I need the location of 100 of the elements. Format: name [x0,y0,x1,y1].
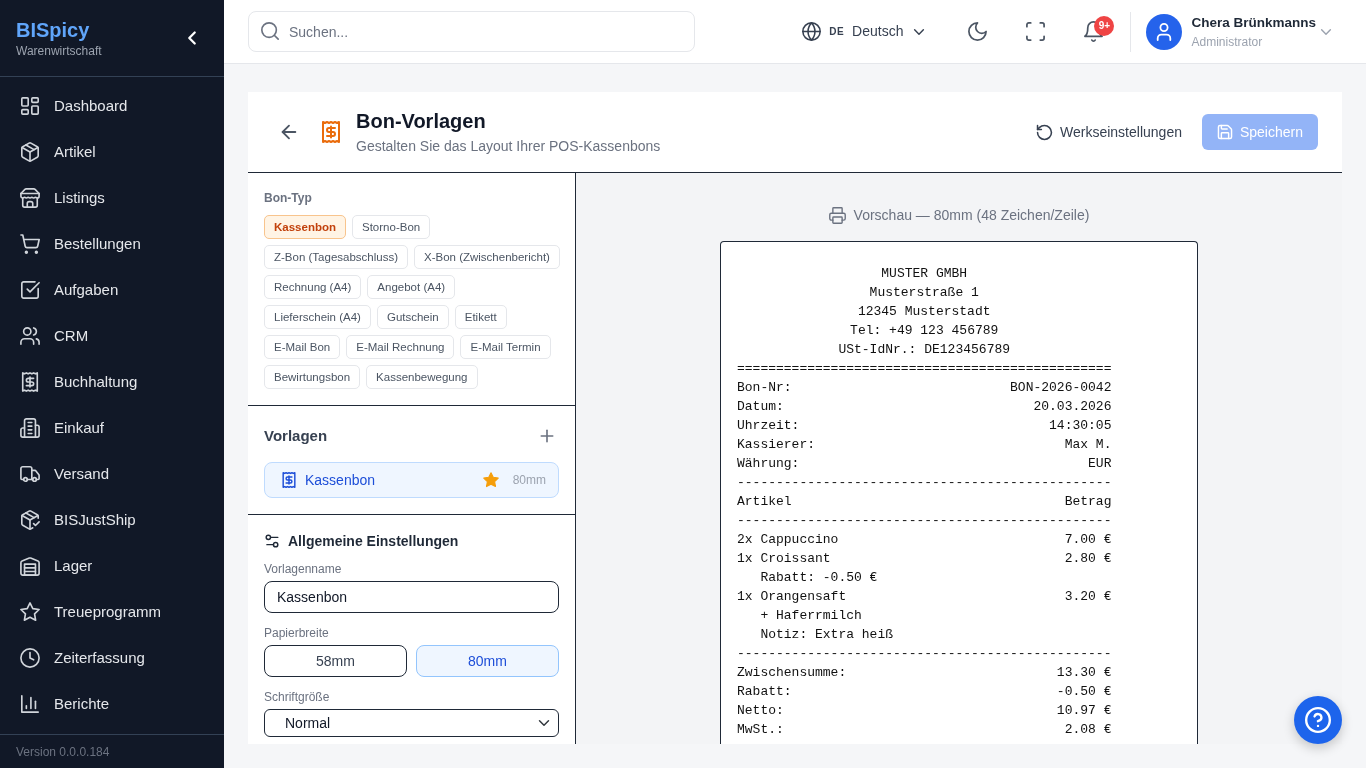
sidebar-item[interactable]: BISJustShip [0,497,224,543]
receipt-text: Tel: +49 123 456789 [850,322,999,340]
receipt-amount: BON-2026-0042 [1010,379,1112,397]
paper-width-label: 80mm [512,472,546,489]
sidebar-item[interactable]: CRM [0,313,224,359]
receipt-amount: EUR [1088,455,1112,473]
section-label: Bon-Typ [264,190,313,207]
receipt-type-chip[interactable]: E-Mail Bon [264,335,341,359]
receipt-amount: 14:30:05 [1049,417,1112,435]
receipt-note: Rabatt: -0.50 € [760,569,878,587]
fullscreen-icon [1024,21,1046,42]
receipt-text: 12345 Musterstadt [857,303,991,321]
box-icon [20,142,40,162]
receipt-amount: 7.00 € [1064,531,1112,549]
receipt-label: Uhrzeit: [737,417,800,435]
printer-icon [828,206,846,224]
preview-caption: Vorschau — 80mm (48 Zeichen/Zeile) [853,206,1090,225]
font-size-select[interactable]: Normal [264,709,559,737]
app-logo: BISpicy [16,17,91,42]
receipt-label: Netto: [737,702,784,720]
receipt-label: Rabatt: [737,683,792,701]
page-title: Bon-Vorlagen [356,109,487,133]
save-icon [1216,124,1233,140]
receipt-label: 1x Croissant [737,550,831,568]
sidebar-item[interactable]: Versand [0,451,224,497]
receipt-type-chip[interactable]: Bewirtungsbon [264,365,361,389]
reset-button[interactable]: Werkseinstellungen [1036,121,1182,143]
sidebar-item[interactable]: Lager [0,543,224,589]
receipt-label: Artikel [737,493,792,511]
avatar-icon[interactable] [1146,13,1183,50]
clock-icon [20,648,40,668]
sliders-icon [264,533,280,549]
receipt-text: MUSTER GMBH [881,265,968,283]
receipt-type-chip[interactable]: Z-Bon (Tagesabschluss) [264,245,408,269]
app-subtitle: Warenwirtschaft [16,42,102,59]
receipt-type-chip[interactable]: Etikett [454,305,507,329]
arrow-left-icon [279,122,299,142]
sidebar-item[interactable]: Einkauf [0,405,224,451]
field-label: Papierbreite [264,625,330,641]
paper-width-option[interactable]: 80mm [416,645,559,677]
building-icon [20,418,40,438]
notification-badge: 9+ [1094,15,1115,36]
receipt-separator: ------------------------------------------------ [737,645,1112,663]
receipt-type-chip[interactable]: E-Mail Rechnung [346,335,455,359]
receipt-label: Zwischensumme: [737,664,847,682]
sidebar-item[interactable]: Buchhaltung [0,359,224,405]
sidebar-item[interactable]: Zeiterfassung [0,635,224,681]
globe-icon [802,22,822,41]
help-icon [1305,707,1331,733]
moon-icon [966,21,988,42]
receipt-text: USt-IdNr.: DE123456789 [838,341,1011,359]
receipt-type-chip[interactable]: Rechnung (A4) [264,275,362,299]
receipt-amount: 13.30 € [1056,664,1112,682]
sidebar-item[interactable]: Listings [0,175,224,221]
notifications-button[interactable]: 9+ [1073,11,1114,52]
version-label: Version 0.0.0.184 [16,743,110,761]
language-button[interactable]: DE Deutsch [794,15,936,48]
sidebar-item[interactable]: Artikel [0,129,224,175]
receipt-icon [20,372,40,392]
sidebar-item[interactable]: Aufgaben [0,267,224,313]
receipt-type-chip[interactable]: Kassenbon [264,215,346,239]
sidebar-item[interactable]: Treueprogramm [0,589,224,635]
users-icon [20,326,40,346]
plus-icon [538,427,556,445]
sidebar-item[interactable]: Dashboard [0,83,224,129]
paper-width-option[interactable]: 58mm [264,645,407,677]
rotate-left-icon [1036,123,1054,141]
template-item[interactable]: Kassenbon 80mm [264,462,559,498]
layout-grid-icon [20,96,40,116]
receipt-label: Währung: [737,455,800,473]
receipt-amount: Betrag [1064,493,1112,511]
search-field[interactable]: Suchen... [248,11,695,52]
search-icon [260,21,280,41]
receipt-type-chip[interactable]: Lieferschein (A4) [264,305,371,329]
receipt-type-chip[interactable]: Storno-Bon [352,215,431,239]
store-icon [20,188,40,208]
receipt-amount: 3.20 € [1064,588,1112,606]
receipt-icon [320,121,342,143]
sidebar-item[interactable]: Bestellungen [0,221,224,267]
template-name-input[interactable]: Kassenbon [264,581,559,613]
receipt-type-chip[interactable]: Kassenbewegung [366,365,478,389]
receipt-type-chip[interactable]: Gutschein [376,305,449,329]
receipt-separator: ================================================ [737,360,1112,378]
receipt-separator: ------------------------------------------------ [737,512,1112,530]
section-title: Allgemeine Einstellungen [288,531,459,551]
field-label: Schriftgröße [264,689,331,705]
receipt-amount: 20.03.2026 [1033,398,1112,416]
receipt-label: MwSt.: [737,721,784,739]
receipt-type-chip[interactable]: Angebot (A4) [367,275,456,299]
sidebar-item[interactable]: Berichte [0,681,224,727]
user-role: Administrator [1191,33,1264,50]
receipt-amount: 10.97 € [1056,702,1112,720]
receipt-label: 1x Orangensaft [737,588,847,606]
receipt-amount: -0.50 € [1056,683,1112,701]
receipt-note: + Haferrmilch [760,607,862,625]
receipt-separator: ------------------------------------------------ [737,474,1112,492]
box-check-icon [20,510,40,530]
truck-icon [20,464,40,484]
receipt-type-chip[interactable]: E-Mail Termin [460,335,551,359]
receipt-type-chip[interactable]: X-Bon (Zwischenbericht) [414,245,560,269]
